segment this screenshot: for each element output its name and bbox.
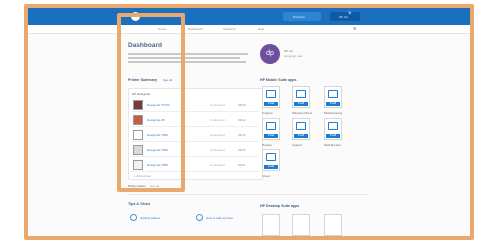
printer-status: Connected	[210, 103, 225, 107]
avatar[interactable]: dp	[260, 44, 280, 64]
app-tile-label: Review	[262, 143, 272, 147]
printer-date: 03/15	[238, 148, 246, 152]
user-menu-button[interactable]: HP Inc	[330, 12, 360, 21]
app-tile-label: Multi Render	[324, 143, 342, 147]
app-tile-label: Multiscanning	[324, 111, 343, 115]
section-divider	[128, 194, 368, 195]
install-button[interactable]: Install	[264, 134, 278, 138]
app-window: HP Applications Center Products HP Inc ×…	[28, 8, 470, 236]
pages-icon	[328, 90, 338, 98]
printer-date: 03/12	[238, 118, 246, 122]
tip-icon	[130, 214, 137, 221]
desktop-app-tile[interactable]	[262, 214, 280, 236]
desktop-app-tile[interactable]	[324, 214, 342, 236]
highlight-box	[117, 13, 185, 192]
monitor-icon	[266, 122, 276, 130]
tip-link[interactable]: How to add a printer	[206, 216, 233, 220]
printer-date: 03/18	[238, 103, 246, 107]
app-tile-label: Cloud	[262, 174, 270, 178]
cloud-icon	[266, 153, 276, 161]
nav-item-solutions[interactable]: Solutions	[223, 27, 235, 31]
app-tile-upload[interactable]: Install	[292, 118, 310, 140]
nav-item-help[interactable]: Help	[258, 27, 264, 31]
tips-heading: Tips & Tricks	[128, 202, 151, 206]
install-button[interactable]: Install	[326, 134, 340, 138]
printer-date: 03/11	[238, 163, 246, 167]
printer-status: Connected	[210, 148, 225, 152]
install-button[interactable]: Install	[264, 165, 278, 169]
app-tile-multiscan[interactable]: Install	[324, 86, 342, 108]
app-tile-wireless[interactable]: Install	[292, 86, 310, 108]
install-button[interactable]: Install	[326, 102, 340, 106]
install-button[interactable]: Install	[264, 102, 278, 106]
account-name: HP Inc	[284, 49, 293, 53]
app-tile-label: Wireless Direct	[292, 111, 313, 115]
install-button[interactable]: Install	[294, 102, 308, 106]
laptop-icon	[266, 90, 276, 98]
app-tile-label: Upload	[292, 143, 302, 147]
sub-navigation: Home Dashboard Solutions Help ⚙	[28, 25, 470, 34]
printer-status: Connected	[210, 133, 225, 137]
close-icon[interactable]: ×	[348, 11, 352, 17]
document-icon	[296, 90, 306, 98]
app-tile-label: Capture	[262, 111, 273, 115]
app-tile-cloud[interactable]: Install	[262, 149, 280, 171]
install-button[interactable]: Install	[294, 134, 308, 138]
app-tile-review[interactable]: Install	[262, 118, 280, 140]
tip-link[interactable]: Getting started	[140, 216, 160, 220]
app-tile-multirender[interactable]: Install	[324, 118, 342, 140]
nav-item-dashboard[interactable]: Dashboard	[188, 27, 203, 31]
upload-icon	[296, 122, 306, 130]
products-menu-button[interactable]: Products	[283, 12, 321, 21]
print-icon	[328, 122, 338, 130]
screenshot-frame: HP Applications Center Products HP Inc ×…	[24, 4, 474, 240]
app-tile-capture[interactable]: Install	[262, 86, 280, 108]
printer-status: Connected	[210, 163, 225, 167]
account-subtitle: designjet user	[284, 54, 303, 58]
top-bar: HP Applications Center Products HP Inc ×	[28, 8, 470, 25]
tip-icon	[196, 214, 203, 221]
printer-status: Connected	[210, 118, 225, 122]
desktop-app-tile[interactable]	[292, 214, 310, 236]
desktop-apps-heading: HP Desktop Suite apps	[260, 204, 300, 208]
gear-icon[interactable]: ⚙	[353, 26, 357, 31]
printer-date: 03/15	[238, 133, 246, 137]
mobile-apps-heading: HP Mobile Suite apps	[260, 78, 297, 82]
